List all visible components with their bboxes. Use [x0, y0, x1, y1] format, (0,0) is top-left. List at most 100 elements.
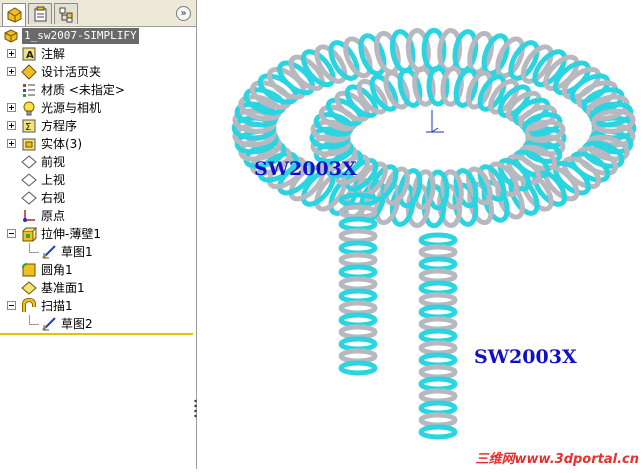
property-manager-icon [34, 6, 47, 22]
right-column-turn [418, 316, 458, 332]
watermark: 三维网www.3dportal.cn [475, 452, 639, 467]
tree-item-sketch1[interactable]: 草图1 [0, 243, 196, 261]
equations-icon: Σ [22, 119, 36, 133]
left-column-turn [338, 324, 378, 340]
manager-tabs: » [0, 0, 196, 27]
tree-item-label: 草图2 [61, 317, 93, 331]
right-column-turn [418, 328, 458, 344]
sketch-icon [42, 317, 56, 331]
tree-item-material[interactable]: 材质 <未指定> [0, 81, 196, 99]
material-icon [23, 84, 35, 97]
left-column-turn [338, 276, 378, 292]
tree-item-label: 基准面1 [41, 281, 85, 295]
tree-item-label: 注解 [41, 47, 66, 61]
left-column-turn [338, 300, 378, 316]
sketch-icon [42, 245, 56, 259]
tree-item-label: 右视 [41, 191, 66, 205]
tree-item-design-binder[interactable]: 设计活页夹 [0, 63, 196, 81]
tree-item-label: 实体(3) [41, 137, 82, 151]
origin-icon [23, 210, 35, 222]
right-column-turn [418, 280, 458, 296]
left-column-turn [338, 264, 378, 280]
tree-item-label: 原点 [41, 209, 66, 223]
tree-item-right-plane[interactable]: 右视 [0, 189, 196, 207]
svg-text:Σ: Σ [25, 122, 31, 133]
right-column-turn [418, 388, 458, 404]
inner-coil-turn [453, 67, 479, 108]
expand-toggle[interactable] [7, 121, 16, 130]
tree-item-fillet[interactable]: 圆角1 [0, 261, 196, 279]
svg-text:A: A [26, 50, 34, 61]
tree-item-label: 前视 [41, 155, 66, 169]
tree-item-label: 光源与相机 [41, 101, 102, 115]
right-column-turn [418, 424, 458, 440]
configuration-manager-tab[interactable] [54, 3, 78, 24]
lights-camera-icon [23, 101, 35, 116]
right-column-turn [418, 292, 458, 308]
tree-item-reference-plane[interactable]: 基准面1 [0, 279, 196, 297]
right-column-turn [418, 268, 458, 284]
tree-item-extrude-thin[interactable]: 拉伸-薄壁1 [0, 225, 196, 243]
right-column-turn [418, 340, 458, 356]
part-icon [4, 29, 18, 43]
tree-item-label: 扫描1 [41, 299, 73, 313]
expand-toggle[interactable] [7, 49, 16, 58]
tree-root-label: 1_sw2007-SIMPLIFY [22, 28, 139, 44]
left-column-turn [338, 348, 378, 364]
collapse-toggle[interactable] [7, 301, 16, 310]
right-column-turn [418, 352, 458, 368]
graphics-viewport[interactable]: SW2003X SW2003X 三维网www.3dportal.cn [198, 0, 643, 469]
tree-connector [29, 252, 39, 253]
right-column-turn [418, 304, 458, 320]
tree-item-sweep[interactable]: 扫描1 [0, 297, 196, 315]
collapse-panel-button[interactable]: » [176, 6, 191, 21]
expand-toggle[interactable] [7, 67, 16, 76]
right-column-turn [418, 256, 458, 272]
property-manager-tab[interactable] [28, 3, 52, 24]
tree-item-front-plane[interactable]: 前视 [0, 153, 196, 171]
tree-item-top-plane[interactable]: 上视 [0, 171, 196, 189]
tree-connector [29, 243, 30, 252]
model-text-label-bottom: SW2003X [474, 346, 577, 368]
coil-model [231, 27, 637, 440]
solid-bodies-icon [22, 138, 36, 151]
tree-item-solid-bodies[interactable]: 实体(3) [0, 135, 196, 153]
tree-item-label: 材质 <未指定> [41, 83, 125, 97]
tree-item-label: 圆角1 [41, 263, 73, 277]
tree-connector [29, 315, 30, 324]
tree-item-lights-cameras[interactable]: 光源与相机 [0, 99, 196, 117]
left-column-turn [338, 288, 378, 304]
right-column-turn [418, 376, 458, 392]
tree-item-annotations[interactable]: A 注解 [0, 45, 196, 63]
expand-toggle[interactable] [7, 139, 16, 148]
feature-manager-icon [7, 7, 22, 23]
outer-coil-turn [481, 33, 510, 77]
configuration-manager-icon [59, 7, 73, 23]
sweep-icon [22, 298, 36, 312]
fillet-icon [22, 263, 36, 277]
annotation-icon: A [22, 47, 36, 61]
tree-root[interactable]: 1_sw2007-SIMPLIFY [0, 27, 196, 45]
plane-icon [21, 191, 37, 205]
plane-icon [21, 155, 37, 169]
collapse-toggle[interactable] [7, 229, 16, 238]
tree-item-label: 拉伸-薄壁1 [41, 227, 101, 241]
tree-item-equations[interactable]: Σ 方程序 [0, 117, 196, 135]
right-column-turn [418, 232, 458, 248]
right-column-turn [418, 400, 458, 416]
right-column-turn [418, 412, 458, 428]
tree-item-sketch2[interactable]: 草图2 [0, 315, 196, 333]
left-column-turn [338, 228, 378, 244]
feature-manager-tab[interactable] [2, 3, 26, 26]
feature-manager-panel: » 1_sw2007-SIMPLIFY A 注解 设计活页夹 材质 <未指定> … [0, 0, 197, 469]
plane-icon [21, 281, 37, 295]
tree-item-label: 上视 [41, 173, 66, 187]
origin-triad [426, 110, 444, 133]
design-binder-icon [21, 64, 37, 80]
tree-item-label: 设计活页夹 [41, 65, 102, 79]
tree-item-origin[interactable]: 原点 [0, 207, 196, 225]
rollback-bar[interactable] [0, 333, 193, 335]
panel-splitter-handle[interactable] [194, 398, 197, 418]
left-column-turn [338, 240, 378, 256]
expand-toggle[interactable] [7, 103, 16, 112]
